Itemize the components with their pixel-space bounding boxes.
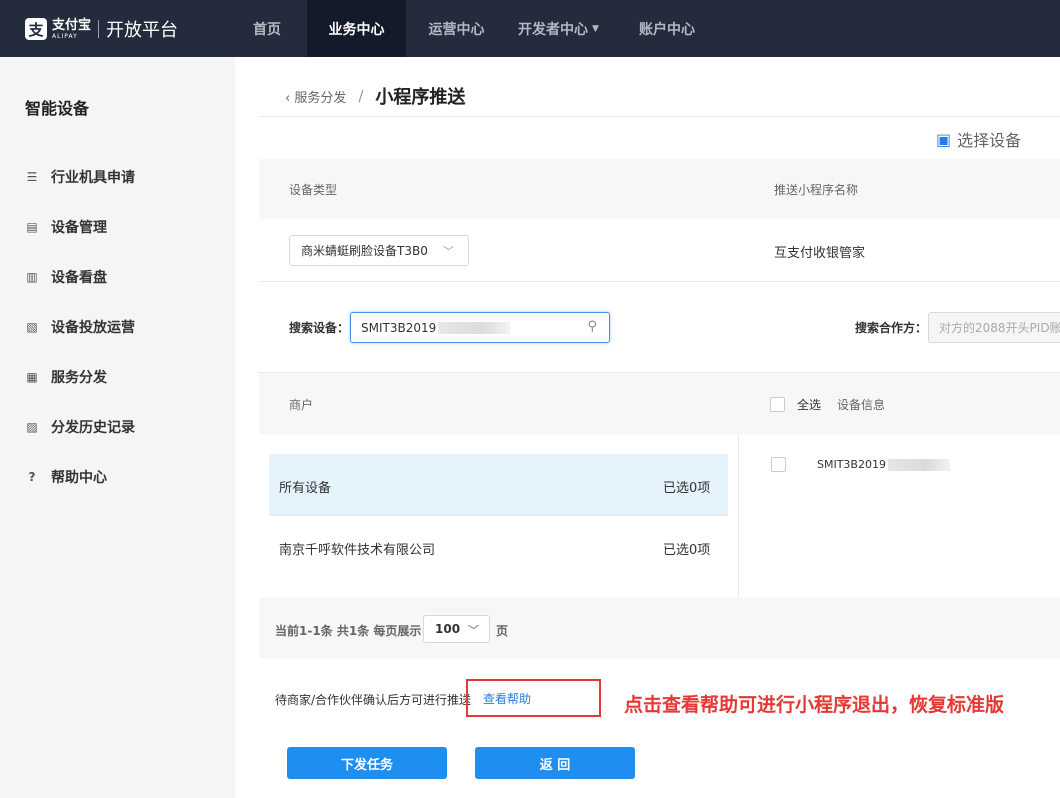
merchant-row-all-devices[interactable] [269,454,728,515]
divider [259,281,1060,282]
device-code-value: SMIT3B2019 [817,458,886,471]
alipay-logo[interactable]: 支 支付宝 ALIPAY 开放平台 [25,16,178,42]
device-type-value: 商米蜻蜓刷脸设备T3B0 [301,244,428,258]
search-device-label: 搜索设备： [289,321,350,335]
app-name-value: 互支付收银管家 [774,246,866,261]
sidebar-item-label: 设备看盘 [51,270,107,286]
search-device-input[interactable]: SMIT3B2019 ⚲ [350,312,610,343]
sidebar-item-help-center[interactable]: ? 帮助中心 [25,467,107,487]
nav-home[interactable]: 首页 [227,0,307,57]
select-device-button[interactable]: ▣ 选择设备 [936,127,1021,151]
device-select-icon: ▣ [936,129,952,149]
page-title: 小程序推送 [375,87,466,108]
back-label: 返 回 [539,757,571,773]
chevron-down-icon: ﹀ [443,245,454,258]
logo-en: ALIPAY [52,32,78,40]
select-all-checkbox[interactable] [770,397,785,412]
search-device-value: SMIT3B2019 [361,320,437,335]
merchant-header: 商户 [289,398,314,412]
annotation-text: 点击查看帮助可进行小程序退出，恢复标准版 [624,694,1005,716]
sidebar-item-device-dashboard[interactable]: ▥ 设备看盘 [25,267,107,287]
breadcrumb-back-link[interactable]: ‹ 服务分发 [285,87,346,106]
submit-task-label: 下发任务 [340,757,393,773]
alipay-logo-icon: 支 [25,18,47,40]
nav-developer-center-label: 开发者中心 [518,21,589,38]
select-all-label[interactable]: 全选 [797,396,821,413]
search-partner-input[interactable]: 对方的2088开头PID账号 [928,312,1060,343]
page-size-select[interactable]: 100 ﹀ [423,615,490,643]
sidebar-item-label: 设备管理 [51,220,107,236]
nav-account-center-label: 账户中心 [639,21,695,38]
sidebar-item-label: 设备投放运营 [51,320,135,336]
nav-business-center[interactable]: 业务中心 [307,0,406,57]
sidebar-item-device-deployment[interactable]: ▧ 设备投放运营 [25,317,135,337]
sidebar-item-equipment-apply[interactable]: ☰ 行业机具申请 [25,167,135,187]
merchant-selected-count: 已选0项 [663,543,711,558]
app-name-header: 推送小程序名称 [774,183,859,197]
breadcrumb-back-label: 服务分发 [294,90,347,106]
sidebar-item-device-management[interactable]: ▤ 设备管理 [25,217,107,237]
logo-brand: 支付宝 ALIPAY [52,19,91,40]
redacted-text [887,458,950,471]
column-divider [738,434,739,598]
redacted-text [438,321,511,334]
nav-business-center-label: 业务中心 [328,21,385,38]
main-nav: 首页 业务中心 运营中心 开发者中心 ▼ 账户中心 [227,0,724,57]
chevron-down-icon: ﹀ [468,624,479,637]
device-checkbox[interactable] [771,457,786,472]
device-info-header: 设备信息 [837,398,886,412]
divider [259,116,1060,117]
search-partner-placeholder: 对方的2088开头PID账号 [939,321,1060,335]
nav-operation-center[interactable]: 运营中心 [406,0,507,57]
list-icon: ☰ [26,170,38,184]
logo-cn: 支付宝 [52,17,92,33]
annotation-highlight-box [466,679,601,717]
sidebar-item-distribution-history[interactable]: ▨ 分发历史记录 [25,417,135,437]
nav-operation-center-label: 运营中心 [428,21,485,38]
sidebar-item-label: 帮助中心 [51,470,107,486]
sidebar-item-service-distribution[interactable]: ▦ 服务分发 [25,367,107,387]
sidebar-item-label: 行业机具申请 [51,170,135,186]
nav-home-label: 首页 [253,21,281,38]
history-icon: ▨ [26,420,38,434]
submit-task-button[interactable]: 下发任务 [287,747,447,779]
nav-account-center[interactable]: 账户中心 [610,0,724,57]
merchant-name: 南京千呼软件技术有限公司 [279,543,436,558]
document-search-icon: ▧ [26,320,38,334]
search-icon[interactable]: ⚲ [587,319,597,334]
list-header: 商户 全选 设备信息 [259,372,1060,434]
sidebar-item-label: 服务分发 [51,370,107,386]
breadcrumb-separator: / [358,87,364,105]
config-table-header: 设备类型 推送小程序名称 [259,159,1060,219]
bar-chart-icon: ▥ [26,270,38,284]
search-partner-label: 搜索合作方： [855,321,928,335]
back-button[interactable]: 返 回 [475,747,635,779]
nav-developer-center[interactable]: 开发者中心 ▼ [507,0,610,57]
top-nav-bar: 支 支付宝 ALIPAY 开放平台 首页 业务中心 运营中心 开发者中心 ▼ 账户… [0,0,1060,57]
confirm-note: 待商家/合作伙伴确认后方可进行推送 [275,693,472,707]
breadcrumb: ‹ 服务分发 / 小程序推送 [285,84,465,108]
device-code: SMIT3B2019 [817,458,950,471]
device-type-header: 设备类型 [289,183,338,197]
merchant-name: 所有设备 [279,481,332,496]
pagination-summary: 当前1-1条 共1条 每页展示 [275,624,422,638]
device-type-select[interactable]: 商米蜻蜓刷脸设备T3B0 ﹀ [289,235,469,266]
page-size-value: 100 [435,622,461,636]
sidebar-item-label: 分发历史记录 [51,420,135,436]
platform-title: 开放平台 [106,20,179,41]
merchant-selected-count: 已选0项 [663,481,711,496]
chevron-down-icon: ▼ [592,23,599,34]
sidebar-title: 智能设备 [25,99,90,118]
pagination-unit: 页 [496,624,509,638]
help-icon: ? [28,470,36,484]
grid-icon: ▦ [26,370,38,384]
document-icon: ▤ [26,220,38,234]
select-device-label: 选择设备 [957,131,1022,150]
logo-divider [98,20,100,38]
